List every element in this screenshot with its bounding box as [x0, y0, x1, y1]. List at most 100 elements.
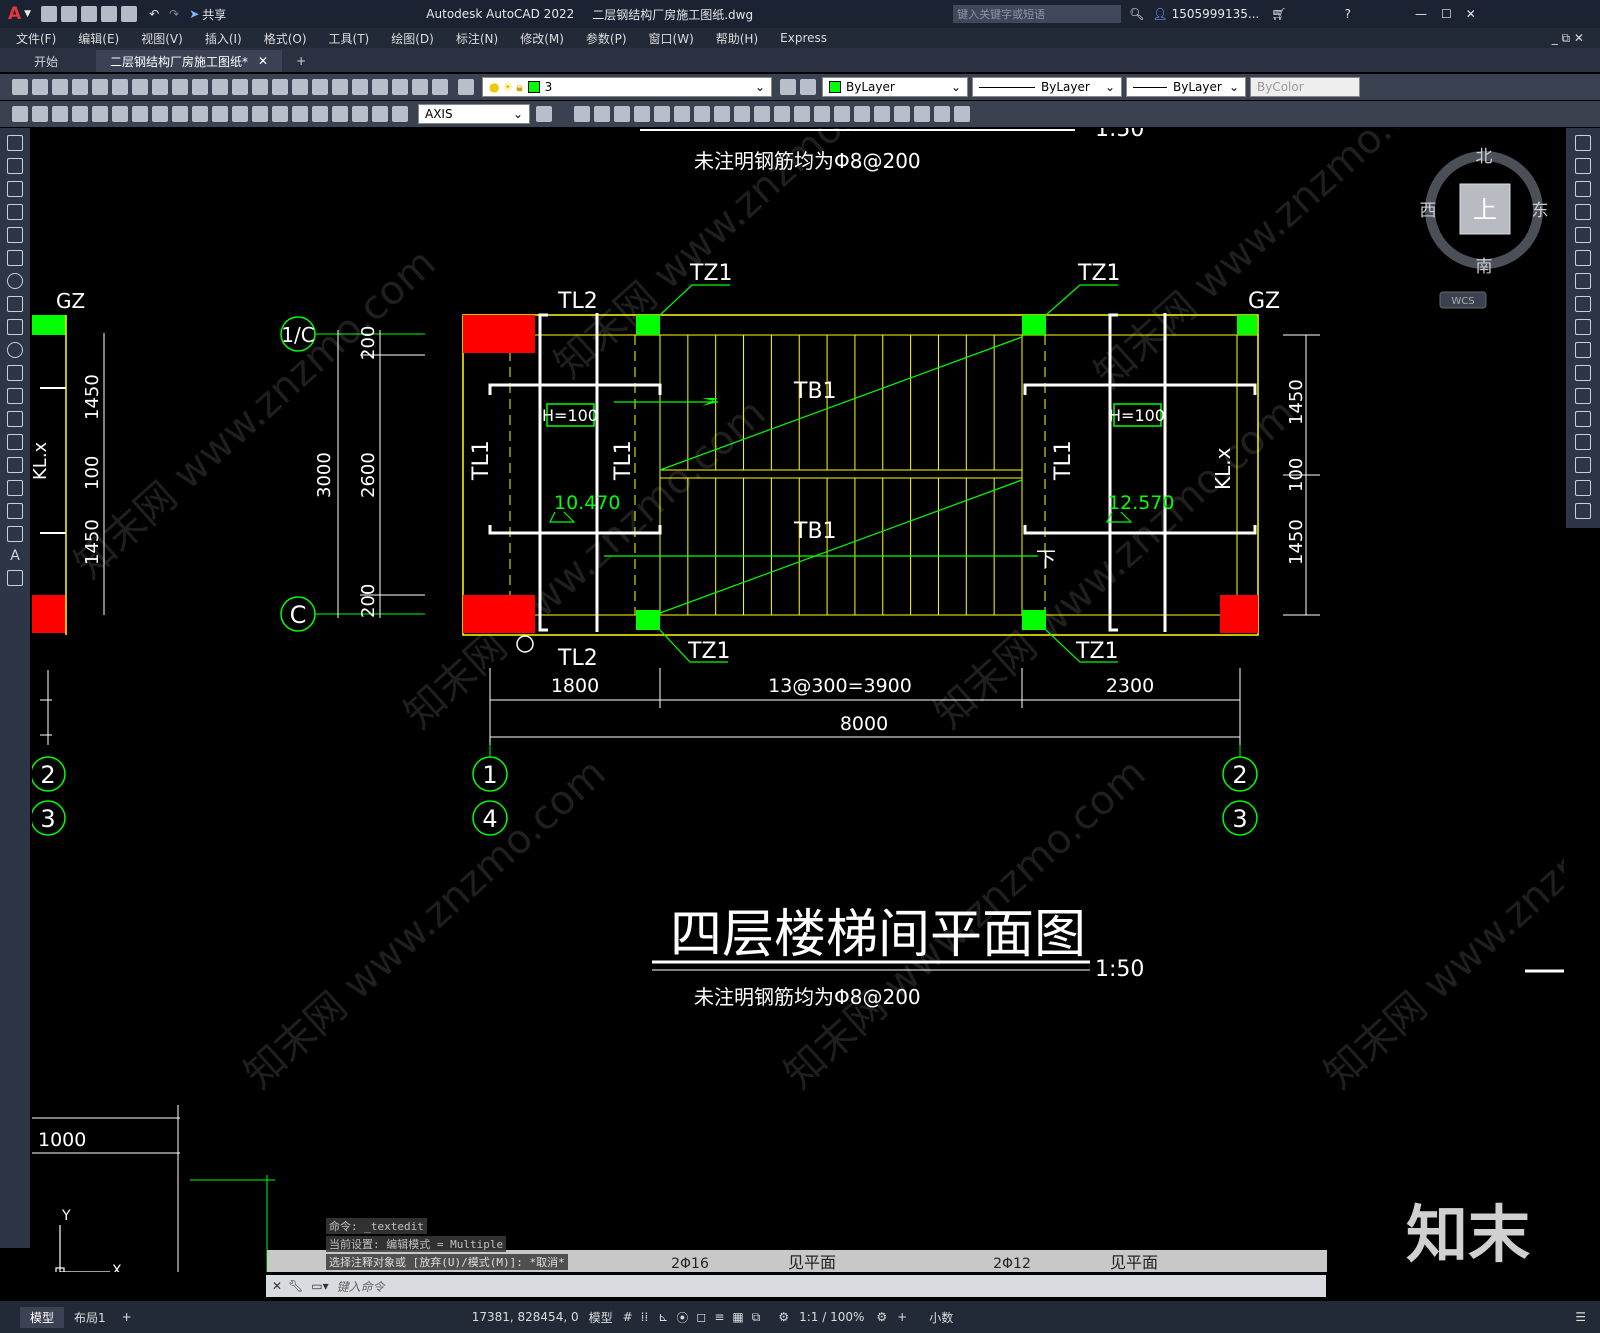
menu-file[interactable]: 文件(F): [16, 30, 56, 47]
add-layout-button[interactable]: +: [122, 1310, 132, 1324]
layer-manager-icon[interactable]: [458, 79, 474, 95]
dim-radius-icon[interactable]: [92, 106, 108, 122]
array-side-icon[interactable]: [1575, 227, 1591, 243]
stretch-side-icon[interactable]: [1575, 319, 1591, 335]
design-center-icon[interactable]: [332, 79, 348, 95]
spline-icon[interactable]: [7, 319, 23, 335]
attribute-icon[interactable]: [934, 106, 950, 122]
redo-icon[interactable]: ↷: [169, 7, 179, 21]
make-block-icon[interactable]: [7, 411, 23, 427]
pan-icon[interactable]: [252, 79, 268, 95]
color-dropdown[interactable]: ByLayer ⌄: [822, 77, 968, 97]
paste-icon[interactable]: [172, 79, 188, 95]
construction-line-icon[interactable]: [7, 158, 23, 174]
print-icon[interactable]: [121, 6, 138, 22]
grid-icon[interactable]: #: [623, 1310, 633, 1324]
plot-icon[interactable]: [72, 79, 88, 95]
mirror-side-icon[interactable]: [1575, 181, 1591, 197]
snap-icon[interactable]: ⁞⁞: [641, 1310, 649, 1324]
doc-restore-icon[interactable]: _ ⧉ ✕: [1552, 31, 1584, 46]
menu-edit[interactable]: 编辑(E): [78, 30, 119, 47]
markup-icon[interactable]: [392, 79, 408, 95]
menu-modify[interactable]: 修改(M): [520, 30, 564, 47]
save-file-icon[interactable]: [52, 79, 68, 95]
dimstyle-dropdown[interactable]: AXIS ⌄: [418, 104, 530, 124]
annotation-scale[interactable]: 1:1 / 100%: [799, 1310, 864, 1324]
osnap-icon[interactable]: ◻: [696, 1310, 706, 1324]
break-icon[interactable]: [794, 106, 810, 122]
join-icon[interactable]: [814, 106, 830, 122]
zoom-window-icon[interactable]: [292, 79, 308, 95]
insert-icon[interactable]: [914, 106, 930, 122]
viewcube[interactable]: [1425, 151, 1543, 309]
tolerance-icon[interactable]: [272, 106, 288, 122]
trim-side-icon[interactable]: [1575, 342, 1591, 358]
rotate-side-icon[interactable]: [1575, 273, 1591, 289]
drawing-canvas[interactable]: 知末网 www.znzmo.com 知末网 www.znzmo.com 知末网 …: [32, 128, 1564, 1272]
explode-icon[interactable]: [874, 106, 890, 122]
dim-jogged-icon[interactable]: [112, 106, 128, 122]
tab-document[interactable]: 二层钢结构厂房施工图纸* ✕: [96, 50, 283, 72]
polyline-icon[interactable]: [7, 181, 23, 197]
mtext-icon[interactable]: A: [8, 549, 22, 563]
ellipse-icon[interactable]: [7, 342, 23, 358]
minimize-button[interactable]: —: [1415, 7, 1427, 21]
compass-north[interactable]: 北: [1476, 147, 1493, 167]
polar-icon[interactable]: ⦿: [676, 1309, 688, 1326]
save-icon[interactable]: [81, 6, 98, 22]
publish-icon[interactable]: [112, 79, 128, 95]
customize-icon[interactable]: 🔧︎: [288, 1279, 303, 1293]
undo-icon[interactable]: ↶: [149, 7, 159, 21]
dimstyle-icon[interactable]: [536, 106, 552, 122]
extend-side-icon[interactable]: [1575, 365, 1591, 381]
extend-icon[interactable]: [774, 106, 790, 122]
table-icon[interactable]: [7, 526, 23, 542]
new-icon[interactable]: [41, 6, 58, 22]
dim-angular-icon[interactable]: [152, 106, 168, 122]
tab-model[interactable]: 模型: [20, 1306, 65, 1328]
move-side-icon[interactable]: [1575, 250, 1591, 266]
units-dropdown[interactable]: 小数: [929, 1309, 953, 1326]
dim-baseline-icon[interactable]: [192, 106, 208, 122]
dim-edit-icon[interactable]: [352, 106, 368, 122]
qnew-icon[interactable]: [12, 79, 28, 95]
explode-side-icon[interactable]: [1575, 503, 1591, 519]
lineweight-icon[interactable]: ≡: [714, 1310, 724, 1324]
dim-update-icon[interactable]: [392, 106, 408, 122]
polygon-icon[interactable]: [7, 204, 23, 220]
autocad-logo[interactable]: A: [8, 4, 21, 24]
compass-south[interactable]: 南: [1476, 257, 1493, 277]
properties-icon[interactable]: [312, 79, 328, 95]
rectangle-icon[interactable]: [7, 227, 23, 243]
join-side-icon[interactable]: [1575, 411, 1591, 427]
erase-side-icon[interactable]: [1575, 135, 1591, 151]
mirror-icon[interactable]: [614, 106, 630, 122]
annotation-visibility-icon[interactable]: ⚙: [778, 1310, 789, 1324]
scale-icon[interactable]: [714, 106, 730, 122]
rotate-icon[interactable]: [694, 106, 710, 122]
block-icon[interactable]: [894, 106, 910, 122]
tool-palettes-icon[interactable]: [352, 79, 368, 95]
chamfer-icon[interactable]: [834, 106, 850, 122]
hatch-icon[interactable]: [7, 457, 23, 473]
line-icon[interactable]: [7, 135, 23, 151]
search-input[interactable]: 键入关键字或短语: [953, 5, 1122, 23]
menu-view[interactable]: 视图(V): [141, 30, 183, 47]
fillet-side-icon[interactable]: [1575, 457, 1591, 473]
insert-block-icon[interactable]: [7, 388, 23, 404]
command-input[interactable]: 键入命令: [337, 1278, 385, 1295]
dim-aligned-icon[interactable]: [32, 106, 48, 122]
transparency-icon[interactable]: ▦: [732, 1310, 743, 1324]
move-icon[interactable]: [674, 106, 690, 122]
copy-icon[interactable]: [152, 79, 168, 95]
dim-text-edit-icon[interactable]: [372, 106, 388, 122]
revcloud-icon[interactable]: [7, 296, 23, 312]
circle-icon[interactable]: [7, 273, 23, 289]
chevron-down-icon[interactable]: ▼: [24, 9, 31, 19]
save-as-icon[interactable]: [101, 6, 118, 22]
ortho-icon[interactable]: ⊾: [658, 1310, 668, 1324]
linetype-dropdown[interactable]: ByLayer ⌄: [972, 77, 1122, 97]
dim-ordinate-icon[interactable]: [72, 106, 88, 122]
region-icon[interactable]: [7, 503, 23, 519]
undo-tool-icon[interactable]: [212, 79, 228, 95]
